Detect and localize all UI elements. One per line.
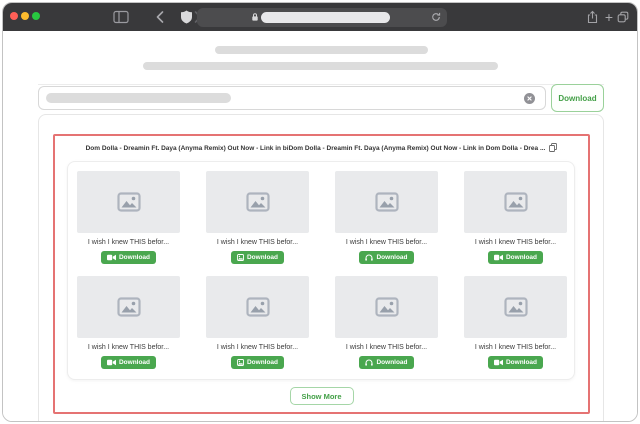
result-card: I wish I knew THIS befor... Download [335, 171, 438, 266]
close-window-button[interactable] [10, 12, 18, 20]
result-card: I wish I knew THIS befor... Download [464, 276, 567, 371]
highlighted-results-region: Dom Dolla - Dreamin Ft. Daya (Anyma Remi… [53, 134, 590, 414]
share-icon[interactable] [587, 11, 598, 24]
privacy-shield-icon[interactable] [181, 11, 192, 24]
card-download-button[interactable]: Download [488, 356, 543, 369]
reload-icon[interactable] [431, 12, 441, 22]
thumbnail-placeholder [206, 276, 309, 338]
card-caption: I wish I knew THIS befor... [206, 343, 309, 353]
result-card: I wish I knew THIS befor... Download [206, 276, 309, 371]
video-camera-icon [494, 254, 503, 261]
tab-overview-icon[interactable] [617, 11, 629, 23]
thumbnail-placeholder [77, 276, 180, 338]
image-placeholder-icon [504, 192, 528, 212]
card-caption: I wish I knew THIS befor... [77, 343, 180, 353]
card-download-button[interactable]: Download [488, 251, 543, 264]
thumbnail-placeholder [464, 276, 567, 338]
video-camera-icon [494, 359, 503, 366]
minimize-window-button[interactable] [21, 12, 29, 20]
image-icon [237, 254, 244, 261]
card-download-button[interactable]: Download [101, 356, 156, 369]
sidebar-toggle-icon[interactable] [113, 10, 129, 24]
show-more-button[interactable]: Show More [289, 387, 353, 405]
card-caption: I wish I knew THIS befor... [77, 238, 180, 248]
browser-toolbar: + [3, 3, 637, 31]
card-caption: I wish I knew THIS befor... [464, 238, 567, 248]
thumbnail-placeholder [335, 276, 438, 338]
browser-window: + Download Dom Dolla - Dreamin Ft. Daya … [2, 2, 638, 422]
zoom-window-button[interactable] [32, 12, 40, 20]
card-caption: I wish I knew THIS befor... [335, 238, 438, 248]
image-placeholder-icon [117, 297, 141, 317]
image-placeholder-icon [375, 297, 399, 317]
thumbnail-placeholder [77, 171, 180, 233]
card-caption: I wish I knew THIS befor... [335, 343, 438, 353]
results-card: Dom Dolla - Dreamin Ft. Daya (Anyma Remi… [38, 114, 604, 422]
card-caption: I wish I knew THIS befor... [464, 343, 567, 353]
thumbnail-placeholder [464, 171, 567, 233]
thumbnail-placeholder [206, 171, 309, 233]
card-download-button[interactable]: Download [101, 251, 156, 264]
back-icon[interactable] [156, 11, 164, 23]
image-icon [237, 359, 244, 366]
video-camera-icon [107, 359, 116, 366]
result-title: Dom Dolla - Dreamin Ft. Daya (Anyma Remi… [86, 145, 546, 152]
search-value-skeleton [46, 93, 231, 103]
video-camera-icon [107, 254, 116, 261]
download-button[interactable]: Download [551, 84, 604, 112]
result-card: I wish I knew THIS befor... Download [206, 171, 309, 266]
result-card: I wish I knew THIS befor... Download [77, 276, 180, 371]
result-title-row: Dom Dolla - Dreamin Ft. Daya (Anyma Remi… [55, 139, 588, 157]
headphones-icon [365, 359, 373, 366]
image-placeholder-icon [246, 192, 270, 212]
url-redacted-pill [261, 12, 390, 23]
result-card: I wish I knew THIS befor... Download [77, 171, 180, 266]
web-page: Download Dom Dolla - Dreamin Ft. Daya (A… [3, 31, 637, 421]
new-tab-icon[interactable]: + [605, 10, 613, 24]
thumbnail-placeholder [335, 171, 438, 233]
card-download-button[interactable]: Download [359, 251, 413, 264]
result-card: I wish I knew THIS befor... Download [464, 171, 567, 266]
search-input[interactable] [38, 86, 546, 110]
card-caption: I wish I knew THIS befor... [206, 238, 309, 248]
lock-icon [252, 13, 258, 21]
media-card-grid: I wish I knew THIS befor... Download I w… [67, 161, 575, 380]
result-card: I wish I knew THIS befor... Download [335, 276, 438, 371]
card-download-button[interactable]: Download [231, 251, 284, 264]
image-placeholder-icon [117, 192, 141, 212]
image-placeholder-icon [504, 297, 528, 317]
header-divider [38, 84, 604, 85]
heading-skeleton [215, 46, 428, 54]
subheading-skeleton [143, 62, 498, 70]
card-download-button[interactable]: Download [359, 356, 413, 369]
address-bar[interactable] [197, 8, 447, 27]
copy-icon[interactable] [549, 139, 557, 157]
clear-input-icon[interactable] [524, 93, 535, 104]
card-download-button[interactable]: Download [231, 356, 284, 369]
image-placeholder-icon [246, 297, 270, 317]
headphones-icon [365, 254, 373, 261]
image-placeholder-icon [375, 192, 399, 212]
